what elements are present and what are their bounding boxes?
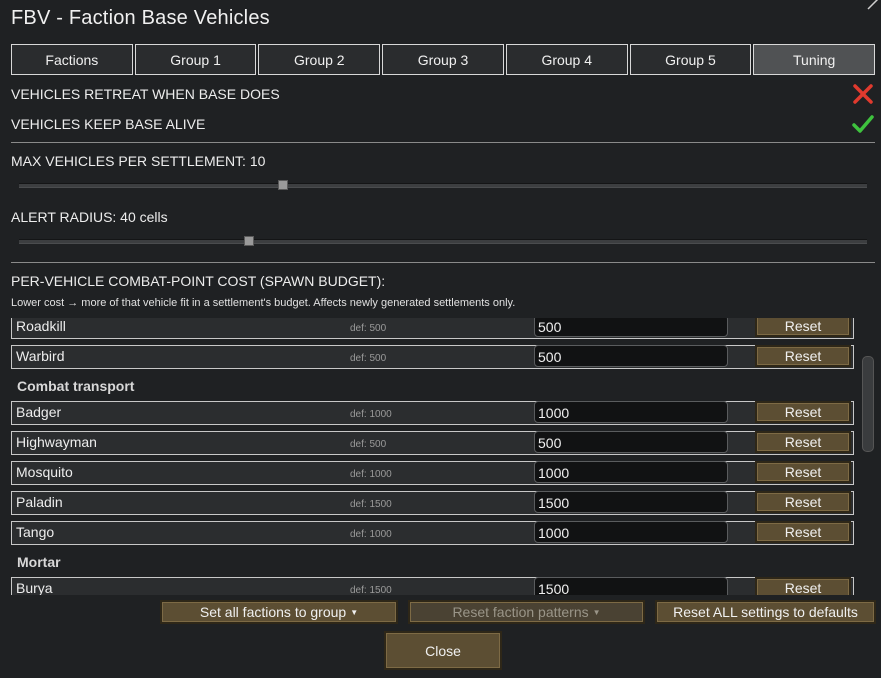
default-cost: def: 1000 bbox=[350, 469, 392, 480]
option-retreat-label[interactable]: VEHICLES RETREAT WHEN BASE DOES bbox=[11, 86, 280, 102]
cost-input[interactable]: 1000 bbox=[534, 521, 728, 543]
cost-input[interactable]: 500 bbox=[534, 318, 728, 337]
cost-section-note: Lower cost → more of that vehicle fit in… bbox=[11, 297, 516, 309]
tab-bar: Factions Group 1 Group 2 Group 3 Group 4… bbox=[11, 44, 876, 75]
max-vehicles-slider-handle[interactable] bbox=[277, 180, 288, 190]
cost-input[interactable]: 500 bbox=[534, 431, 728, 453]
list-scrollbar-thumb[interactable] bbox=[862, 356, 874, 452]
window-title: FBV - Faction Base Vehicles bbox=[11, 7, 270, 29]
option-keep-alive-label[interactable]: VEHICLES KEEP BASE ALIVE bbox=[11, 116, 205, 132]
reset-button[interactable]: Reset bbox=[755, 491, 851, 513]
default-cost: def: 1000 bbox=[350, 409, 392, 420]
reset-button[interactable]: Reset bbox=[755, 431, 851, 453]
vehicle-name: Burya bbox=[16, 580, 53, 595]
dropdown-arrow-icon: ▼ bbox=[592, 607, 601, 617]
divider bbox=[11, 262, 875, 263]
close-icon[interactable] bbox=[867, 0, 879, 10]
vehicle-name: Warbird bbox=[16, 348, 65, 364]
list-item: Badger def: 1000 1000 Reset bbox=[11, 401, 854, 425]
tab-tuning[interactable]: Tuning bbox=[753, 44, 876, 75]
cross-icon[interactable] bbox=[852, 83, 874, 105]
reset-faction-patterns-button[interactable]: Reset faction patterns ▼ bbox=[408, 600, 645, 624]
list-item: Tango def: 1000 1000 Reset bbox=[11, 521, 854, 545]
list-item: Paladin def: 1500 1500 Reset bbox=[11, 491, 854, 515]
cost-input[interactable]: 1500 bbox=[534, 577, 728, 595]
cost-section-heading: PER-VEHICLE COMBAT-POINT COST (SPAWN BUD… bbox=[11, 273, 386, 289]
default-cost: def: 500 bbox=[350, 353, 387, 364]
list-item: Mosquito def: 1000 1000 Reset bbox=[11, 461, 854, 485]
reset-button[interactable]: Reset bbox=[755, 577, 851, 595]
check-icon[interactable] bbox=[852, 113, 874, 135]
reset-button[interactable]: Reset bbox=[755, 521, 851, 543]
list-item: Highwayman def: 500 500 Reset bbox=[11, 431, 854, 455]
set-all-factions-button[interactable]: Set all factions to group ▼ bbox=[160, 600, 398, 624]
alert-radius-label: ALERT RADIUS: 40 cells bbox=[11, 209, 168, 225]
reset-button[interactable]: Reset bbox=[755, 401, 851, 423]
alert-radius-slider[interactable] bbox=[19, 239, 867, 244]
tab-group-1[interactable]: Group 1 bbox=[134, 44, 257, 75]
max-vehicles-slider[interactable] bbox=[19, 183, 867, 188]
set-all-factions-label: Set all factions to group bbox=[199, 604, 347, 620]
list-item: Roadkill def: 500 500 Reset bbox=[11, 318, 854, 339]
vehicle-cost-list[interactable]: Roadkill def: 500 500 Reset Warbird def:… bbox=[11, 318, 856, 595]
cost-input[interactable]: 1500 bbox=[534, 491, 728, 513]
max-vehicles-label: MAX VEHICLES PER SETTLEMENT: 10 bbox=[11, 153, 266, 169]
divider bbox=[11, 142, 875, 143]
vehicle-name: Roadkill bbox=[16, 318, 66, 334]
vehicle-name: Mosquito bbox=[16, 464, 73, 480]
tab-group-5[interactable]: Group 5 bbox=[629, 44, 752, 75]
reset-all-settings-button[interactable]: Reset ALL settings to defaults bbox=[655, 600, 876, 624]
vehicle-name: Highwayman bbox=[16, 434, 97, 450]
default-cost: def: 1000 bbox=[350, 529, 392, 540]
reset-button[interactable]: Reset bbox=[755, 318, 851, 337]
alert-radius-slider-handle[interactable] bbox=[243, 236, 254, 246]
dropdown-arrow-icon: ▼ bbox=[350, 607, 359, 617]
group-header-combat-transport: Combat transport bbox=[17, 378, 135, 394]
default-cost: def: 500 bbox=[350, 323, 387, 334]
mod-settings-window: FBV - Faction Base Vehicles Factions Gro… bbox=[0, 0, 881, 678]
list-item: Warbird def: 500 500 Reset bbox=[11, 345, 854, 369]
vehicle-name: Paladin bbox=[16, 494, 63, 510]
default-cost: def: 1500 bbox=[350, 499, 392, 510]
reset-faction-patterns-label: Reset faction patterns bbox=[452, 604, 589, 620]
reset-button[interactable]: Reset bbox=[755, 461, 851, 483]
list-item: Burya def: 1500 1500 Reset bbox=[11, 577, 854, 595]
cost-input[interactable]: 1000 bbox=[534, 461, 728, 483]
group-header-mortar: Mortar bbox=[17, 554, 61, 570]
vehicle-name: Badger bbox=[16, 404, 62, 420]
tab-group-2[interactable]: Group 2 bbox=[258, 44, 381, 75]
tab-group-4[interactable]: Group 4 bbox=[505, 44, 628, 75]
default-cost: def: 500 bbox=[350, 439, 387, 450]
close-button[interactable]: Close bbox=[384, 631, 502, 670]
cost-input[interactable]: 1000 bbox=[534, 401, 728, 423]
tab-group-3[interactable]: Group 3 bbox=[382, 44, 504, 75]
default-cost: def: 1500 bbox=[350, 585, 392, 595]
vehicle-name: Tango bbox=[16, 524, 55, 540]
cost-input[interactable]: 500 bbox=[534, 345, 728, 367]
reset-button[interactable]: Reset bbox=[755, 345, 851, 367]
tab-factions[interactable]: Factions bbox=[11, 44, 133, 75]
